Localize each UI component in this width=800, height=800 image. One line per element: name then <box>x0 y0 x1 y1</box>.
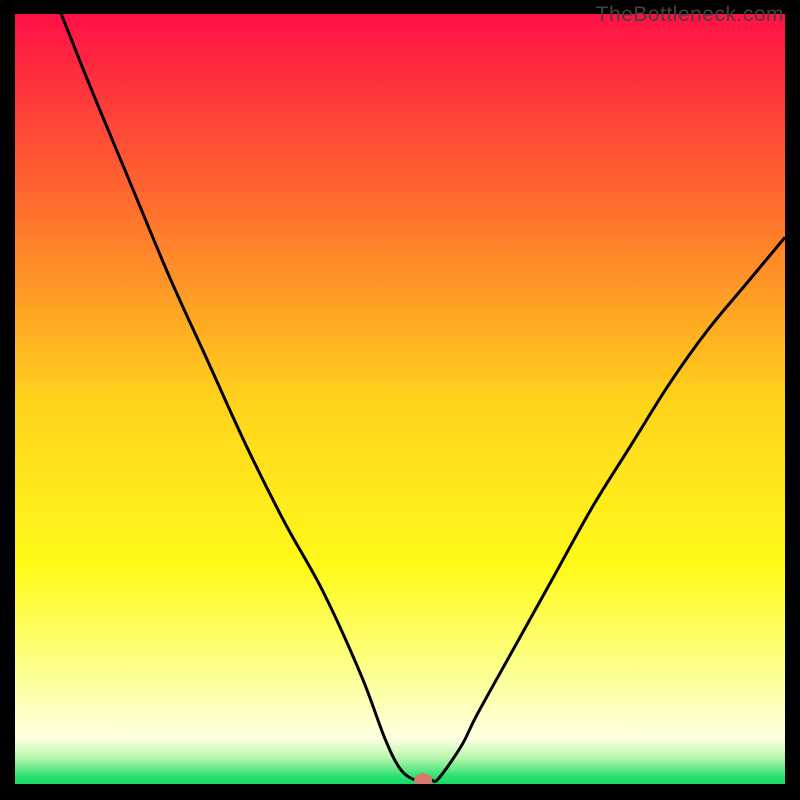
gradient-background <box>15 14 785 784</box>
bottleneck-chart <box>15 14 785 784</box>
watermark-text: TheBottleneck.com <box>596 3 784 27</box>
plot-area <box>15 14 785 784</box>
chart-frame: TheBottleneck.com <box>0 0 800 800</box>
